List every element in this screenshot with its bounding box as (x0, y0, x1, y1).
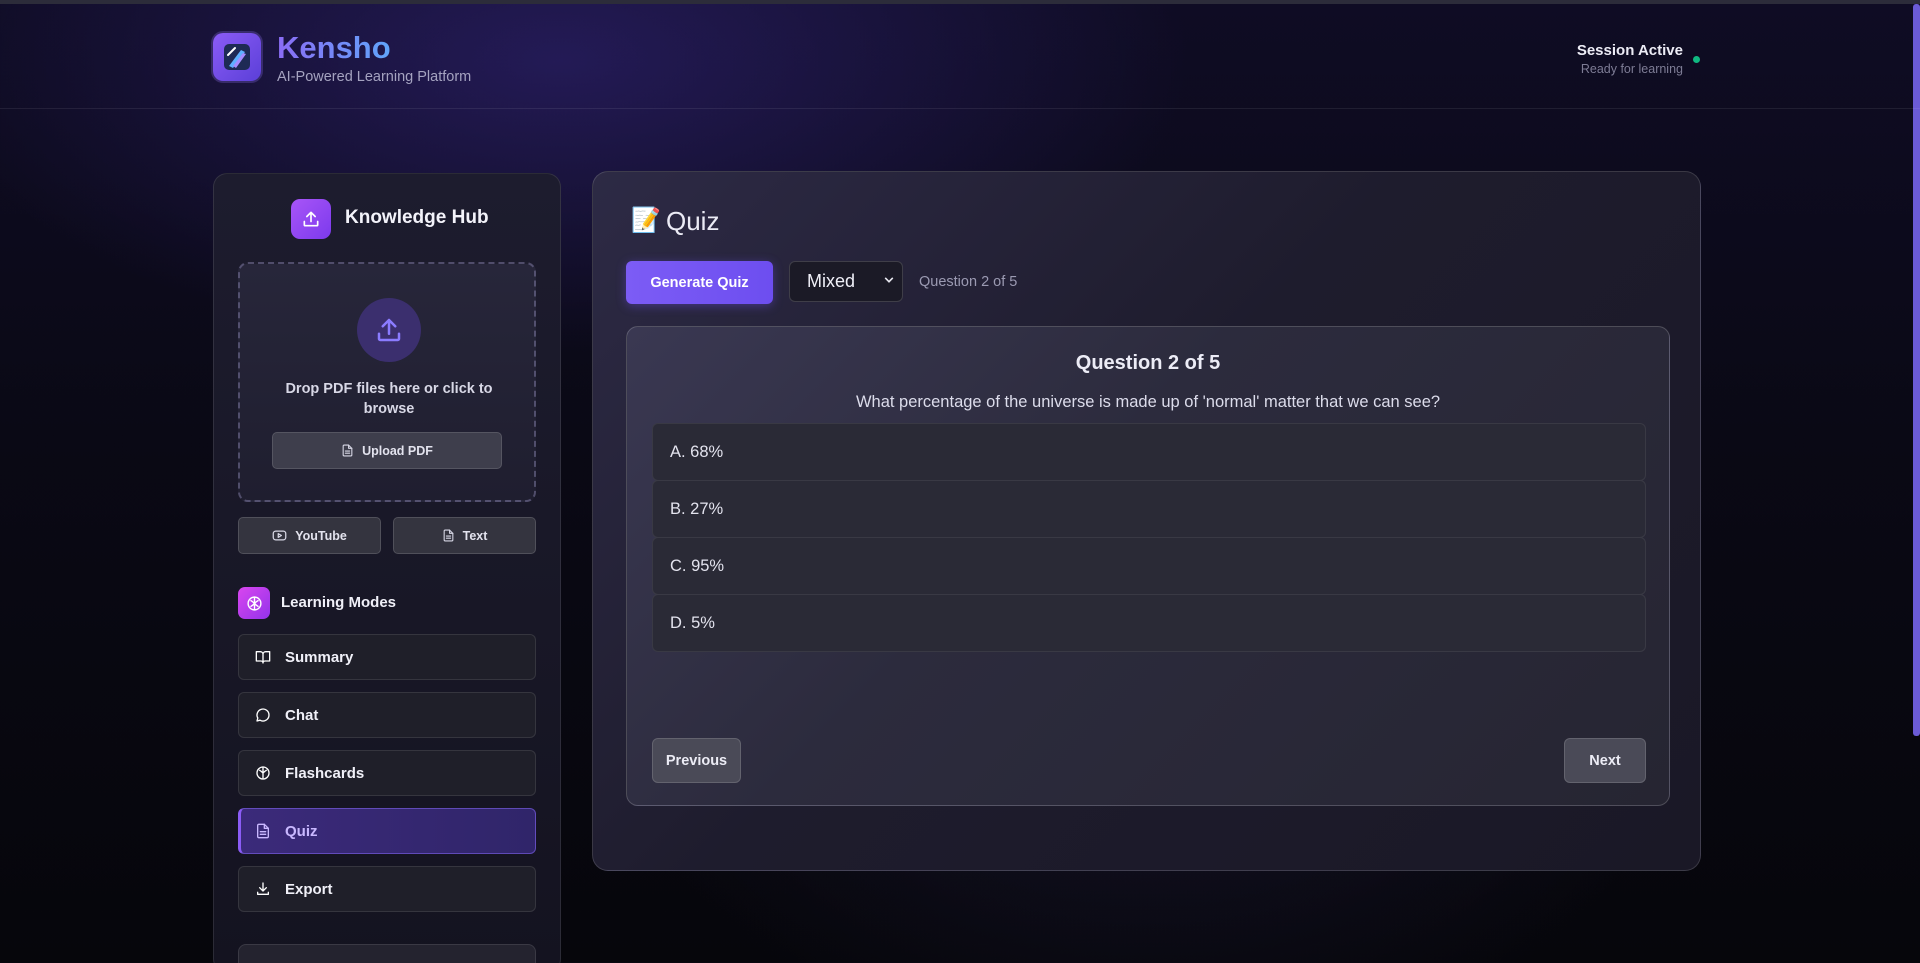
youtube-source-button[interactable]: YouTube (238, 517, 381, 554)
logo-icon (224, 44, 250, 70)
mode-export-label: Export (285, 880, 333, 898)
download-icon (257, 882, 269, 895)
file-icon (443, 529, 453, 542)
pdf-dropzone[interactable]: Drop PDF files here or click to browse U… (238, 262, 536, 502)
panel-title: Quiz (666, 206, 720, 236)
mode-flashcards-label: Flashcards (285, 764, 365, 782)
mode-summary[interactable]: Summary (238, 634, 536, 680)
page-scrollbar[interactable] (1913, 4, 1920, 736)
session-status-dot (1693, 56, 1700, 63)
mode-chat-label: Chat (285, 706, 319, 724)
text-label: Text (462, 528, 488, 543)
app-subtitle: AI-Powered Learning Platform (277, 69, 472, 85)
text-source-button[interactable]: Text (393, 517, 536, 554)
sidebar-bottom-card (238, 944, 536, 963)
question-heading: Question 2 of 5 (1075, 352, 1221, 374)
session-status: Session Active Ready for learning (1577, 42, 1683, 76)
session-title: Session Active (1576, 42, 1683, 59)
mode-quiz-label: Quiz (285, 822, 318, 840)
sidebar-title: Knowledge Hub (345, 207, 489, 228)
mode-summary-label: Summary (285, 648, 354, 666)
previous-button[interactable]: Previous (652, 738, 741, 783)
quiz-panel: 📝 Quiz Generate Quiz Mixed Question 2 of… (592, 171, 1701, 871)
mode-export[interactable]: Export (238, 866, 536, 912)
app-header: Kensho AI-Powered Learning Platform Sess… (0, 4, 1920, 109)
sidebar: Knowledge Hub Drop PDF files here or cli… (213, 173, 561, 963)
mode-chat[interactable]: Chat (238, 692, 536, 738)
brain-icon (238, 587, 270, 619)
chat-icon (256, 708, 270, 722)
book-icon (255, 651, 271, 664)
dropzone-text: Drop PDF files here or click to browse (285, 381, 493, 417)
generate-quiz-button[interactable]: Generate Quiz (626, 261, 773, 304)
file-icon (257, 823, 269, 839)
youtube-label: YouTube (295, 528, 347, 543)
app-logo[interactable] (213, 33, 261, 81)
file-icon (342, 444, 353, 457)
chevron-down-icon (884, 277, 894, 283)
youtube-icon (272, 530, 287, 541)
memo-icon: 📝 (631, 207, 661, 234)
answer-option-c[interactable]: C. 95% (652, 537, 1646, 595)
answer-option-d[interactable]: D. 5% (652, 594, 1646, 652)
question-text: What percentage of the universe is made … (855, 393, 1441, 411)
question-counter: Question 2 of 5 (919, 274, 1018, 290)
mode-flashcards[interactable]: Flashcards (238, 750, 536, 796)
app-title: Kensho (277, 30, 391, 65)
brain-icon (256, 766, 270, 780)
mode-quiz[interactable]: Quiz (238, 808, 536, 854)
answer-option-b[interactable]: B. 27% (652, 480, 1646, 538)
upload-pdf-button[interactable]: Upload PDF (272, 432, 502, 469)
answer-option-a[interactable]: A. 68% (652, 423, 1646, 481)
question-type-value: Mixed (807, 271, 856, 291)
upload-icon (291, 199, 331, 239)
upload-pdf-label: Upload PDF (362, 443, 433, 458)
upload-icon (357, 298, 421, 362)
next-button[interactable]: Next (1564, 738, 1646, 783)
session-subtitle: Ready for learning (1580, 62, 1683, 76)
learning-modes-title: Learning Modes (281, 594, 397, 611)
question-card: Question 2 of 5 What percentage of the u… (626, 326, 1670, 806)
question-type-select[interactable]: Mixed (789, 261, 903, 302)
